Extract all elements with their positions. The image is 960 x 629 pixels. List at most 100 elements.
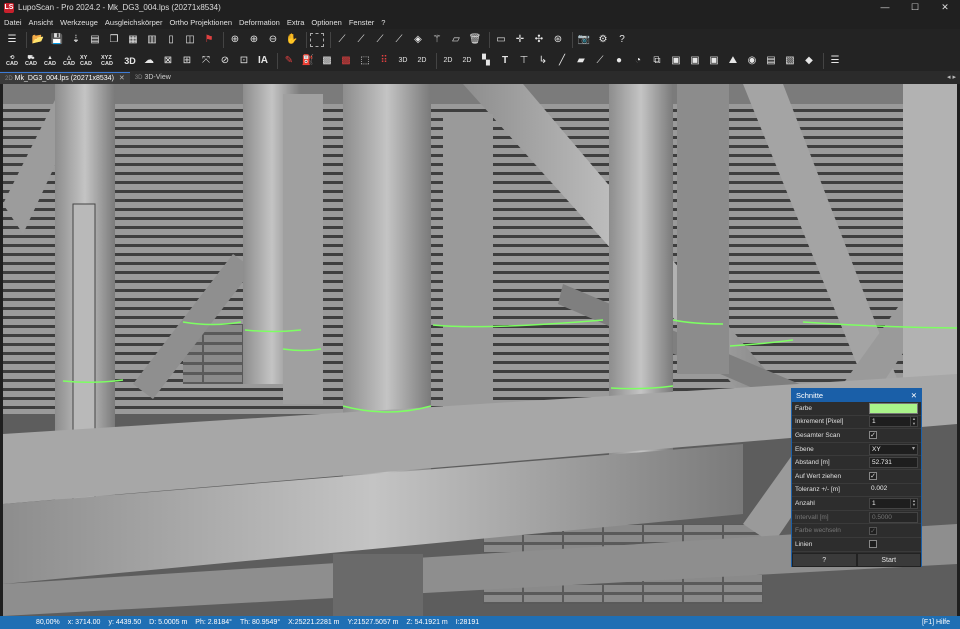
spin-arrows-icon[interactable]: ▲ ▼	[910, 417, 917, 427]
menu-help[interactable]: ?	[381, 18, 385, 27]
snap-to-value-checkbox[interactable]: ✓	[869, 472, 877, 481]
menu-datei[interactable]: Datei	[4, 18, 22, 27]
tab-close-icon[interactable]: ✕	[119, 73, 125, 85]
close-window-button[interactable]: ✕	[930, 0, 960, 15]
grid-icon[interactable]: ▦	[125, 32, 141, 48]
tab-3d-view[interactable]: 3D 3D-View	[130, 72, 176, 84]
import-icon[interactable]: ⇣	[68, 32, 84, 48]
spin-arrows-icon[interactable]: ▲ ▼	[910, 498, 917, 508]
tab-scroll-arrows[interactable]: ◂ ▸	[947, 71, 956, 84]
measure2-icon[interactable]: ⟋	[353, 32, 369, 48]
select-rect-icon[interactable]	[310, 32, 324, 47]
transform-icon[interactable]: ⤧	[198, 53, 214, 69]
columns-icon[interactable]: ▯	[163, 32, 179, 48]
flag-icon[interactable]: ⚑	[201, 32, 217, 48]
frame3-icon[interactable]: ▣	[706, 53, 722, 69]
frame2-icon[interactable]: ▣	[687, 53, 703, 69]
fill-icon[interactable]: ◈	[410, 32, 426, 48]
zoom-out-icon[interactable]: ⊖	[265, 32, 281, 48]
ia-icon[interactable]: IA	[255, 53, 271, 69]
cross-icon[interactable]: ✣	[531, 32, 547, 48]
xyz-cad-icon[interactable]: XYZ CAD	[101, 53, 119, 69]
3d-view-icon[interactable]: 3D	[122, 53, 138, 69]
menu-deformation[interactable]: Deformation	[239, 18, 280, 27]
eraser2-icon[interactable]: ◆	[801, 53, 817, 69]
xy-cad-icon[interactable]: XY CAD	[80, 53, 98, 69]
scan-icon[interactable]: ▤	[87, 32, 103, 48]
tab-2d-scan[interactable]: 2D Mk_DG3_004.lps (20271x8534) ✕	[0, 72, 130, 84]
pattern-red-icon[interactable]: ▩	[338, 53, 354, 69]
cad-up-icon[interactable]: ▲ CAD	[42, 53, 58, 69]
grid-select-icon[interactable]: ⊞	[179, 53, 195, 69]
paint-bucket-icon[interactable]: ⛽	[300, 53, 316, 69]
target-icon[interactable]: ⊛	[550, 32, 566, 48]
brush-icon[interactable]: ⟋	[592, 53, 608, 69]
menu-ausgleichskoerper[interactable]: Ausgleichskörper	[105, 18, 163, 27]
wand-icon[interactable]: ⚚	[429, 32, 445, 48]
trash-icon[interactable]: 🗑	[467, 32, 483, 48]
clock-icon[interactable]: ◔	[630, 53, 646, 69]
shape-icon[interactable]: ⧉	[649, 53, 665, 69]
checker-icon[interactable]: ▚	[478, 53, 494, 69]
plane-select[interactable]: XY ▾	[869, 443, 918, 455]
text-icon[interactable]: T	[497, 53, 513, 69]
list-icon[interactable]: ☰	[4, 32, 20, 48]
zoom-plus-icon[interactable]: ⊕	[227, 32, 243, 48]
zoom-in-icon[interactable]: ⊕	[246, 32, 262, 48]
measure-icon[interactable]: ⟋	[334, 32, 350, 48]
cad-export-icon[interactable]: ⟲ CAD	[4, 53, 20, 69]
whole-scan-checkbox[interactable]: ✓	[869, 431, 877, 440]
minimize-button[interactable]: —	[870, 0, 900, 15]
no-color-icon[interactable]: ⊘	[217, 53, 233, 69]
circle-icon[interactable]: ●	[611, 53, 627, 69]
help-icon[interactable]: ?	[614, 32, 630, 48]
frame-icon[interactable]: ▣	[668, 53, 684, 69]
menu-ortho-projektionen[interactable]: Ortho Projektionen	[169, 18, 232, 27]
split-icon[interactable]: ◫	[182, 32, 198, 48]
cad-car-icon[interactable]: ⛟ CAD	[23, 53, 39, 69]
pen-icon[interactable]: ✎	[281, 53, 297, 69]
copy-icon[interactable]: ❐	[106, 32, 122, 48]
layout-icon[interactable]: ▥	[144, 32, 160, 48]
eye-icon[interactable]: ◉	[744, 53, 760, 69]
increment-spinbox[interactable]: 1 ▲ ▼	[869, 416, 918, 428]
check-arrow-icon[interactable]: ↳	[535, 53, 551, 69]
gear-icon[interactable]: ⚙	[595, 32, 611, 48]
folder-open-icon[interactable]: 📂	[30, 32, 46, 48]
2d-info-icon[interactable]: 2D	[459, 53, 475, 69]
2d-section-icon[interactable]: 2D	[440, 53, 456, 69]
map-icon[interactable]: ▧	[782, 53, 798, 69]
crosshair-icon[interactable]: ✛	[512, 32, 528, 48]
properties-icon[interactable]: ☰	[827, 53, 843, 69]
menu-werkzeuge[interactable]: Werkzeuge	[60, 18, 98, 27]
cloud-icon[interactable]: ☁	[141, 53, 157, 69]
eraser-icon[interactable]: ▱	[448, 32, 464, 48]
maximize-button[interactable]: ☐	[900, 0, 930, 15]
pattern-red2-icon[interactable]: ⠿	[376, 53, 392, 69]
start-button[interactable]: Start	[856, 552, 921, 567]
text-edit-icon[interactable]: ⊤	[516, 53, 532, 69]
menu-fenster[interactable]: Fenster	[349, 18, 374, 27]
menu-ansicht[interactable]: Ansicht	[29, 18, 54, 27]
plane-icon[interactable]: ▰	[573, 53, 589, 69]
lasso-icon[interactable]: ⊡	[236, 53, 252, 69]
mountain-icon[interactable]: ⛰	[725, 53, 741, 69]
lines-checkbox[interactable]	[869, 540, 877, 549]
pattern-icon[interactable]: ▩	[319, 53, 335, 69]
measure4-icon[interactable]: ⟋	[391, 32, 407, 48]
panel-close-icon[interactable]: ✕	[911, 391, 917, 400]
count-spinbox[interactable]: 1 ▲ ▼	[869, 497, 918, 509]
pattern-dash-icon[interactable]: ⬚	[357, 53, 373, 69]
ruler-icon[interactable]: ▭	[493, 32, 509, 48]
save-icon[interactable]: 💾	[49, 32, 65, 48]
measure3-icon[interactable]: ⟋	[372, 32, 388, 48]
book-icon[interactable]: ▤	[763, 53, 779, 69]
mesh-icon[interactable]: ⊠	[160, 53, 176, 69]
menu-extra[interactable]: Extra	[287, 18, 305, 27]
color-swatch[interactable]	[869, 402, 918, 414]
line-icon[interactable]: ╱	[554, 53, 570, 69]
cad-tri-icon[interactable]: △ CAD	[61, 53, 77, 69]
tolerance-input[interactable]: 0.002	[869, 484, 918, 495]
hand-icon[interactable]: ✋	[284, 32, 300, 48]
menu-optionen[interactable]: Optionen	[311, 18, 341, 27]
